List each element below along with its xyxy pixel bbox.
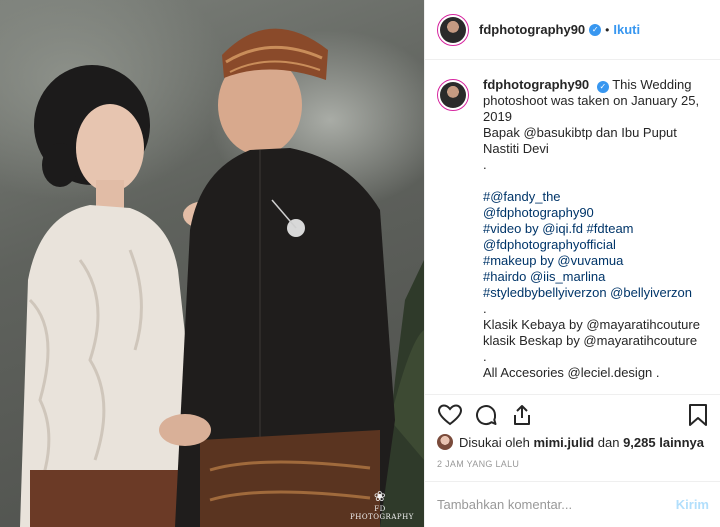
- post-actions: [425, 394, 720, 434]
- liker-username[interactable]: mimi.julid: [533, 435, 594, 450]
- caption-hashtag-line[interactable]: #makeup by @vuvamua: [483, 253, 705, 269]
- caption-line: klasik Beskap by @mayaratihcouture: [483, 333, 698, 348]
- post-comment-button[interactable]: Kirim: [676, 497, 709, 512]
- caption-line: This Wedding: [612, 77, 692, 92]
- likes-prefix: Disukai oleh: [459, 434, 530, 450]
- bookmark-icon[interactable]: [685, 402, 711, 428]
- post-header: fdphotography90 ✓ • Ikuti: [425, 0, 720, 60]
- post-sidebar: fdphotography90 ✓ • Ikuti fdphotography9…: [424, 0, 720, 527]
- likes-connector: dan: [597, 434, 620, 450]
- caption-mention-line[interactable]: @fdphotographyofficial: [483, 237, 705, 253]
- caption-line: .: [483, 157, 487, 172]
- caption-line: Bapak @basukibtp dan Ibu Puput: [483, 125, 677, 140]
- caption-line: All Accesories @leciel.design .: [483, 365, 660, 380]
- follow-button[interactable]: Ikuti: [613, 22, 640, 37]
- caption-hashtag-line[interactable]: #hairdo @iis_marlina: [483, 269, 705, 285]
- liker-avatar[interactable]: [437, 434, 453, 450]
- caption-text: fdphotography90 ✓ This Wedding photoshoo…: [483, 77, 705, 394]
- caption-hashtag-line[interactable]: #@fandy_the: [483, 189, 705, 205]
- post-timestamp[interactable]: 2 JAM YANG LALU: [437, 459, 519, 469]
- caption-avatar[interactable]: [437, 79, 469, 111]
- caption-line: .: [483, 301, 487, 316]
- caption-section: fdphotography90 ✓ This Wedding photoshoo…: [425, 61, 720, 394]
- header-separator: •: [605, 22, 610, 37]
- likes-count-link[interactable]: 9,285 lainnya: [623, 435, 704, 450]
- caption-line: photoshoot was taken on January 25,: [483, 93, 700, 108]
- header-username[interactable]: fdphotography90: [479, 22, 585, 37]
- caption-line: 2019: [483, 109, 512, 124]
- avatar[interactable]: [437, 13, 469, 46]
- caption-hashtag-line[interactable]: #video by @iqi.fd #fdteam: [483, 221, 705, 237]
- comment-bar: Kirim: [425, 481, 720, 527]
- share-icon[interactable]: [509, 402, 535, 428]
- profile-photo: [440, 16, 466, 43]
- caption-line: .: [483, 349, 487, 364]
- photo-watermark: ❀ FD PHOTOGRAPHY: [350, 489, 413, 521]
- flower-logo-icon: ❀: [373, 489, 387, 505]
- likes-summary: Disukai oleh mimi.julid dan 9,285 lainny…: [437, 432, 704, 452]
- watermark-text: FD PHOTOGRAPHY: [350, 505, 414, 521]
- heart-icon[interactable]: [437, 402, 463, 428]
- profile-photo: [440, 82, 466, 108]
- caption-line: Klasik Kebaya by @mayaratihcouture: [483, 317, 700, 332]
- post-photo[interactable]: ❀ FD PHOTOGRAPHY: [0, 0, 424, 527]
- caption-line: Nastiti Devi: [483, 141, 549, 156]
- wedding-photo-illustration: [20, 28, 424, 527]
- comment-input[interactable]: [437, 497, 676, 512]
- caption-username[interactable]: fdphotography90: [483, 77, 589, 92]
- verified-badge-icon: ✓: [596, 81, 609, 93]
- comment-icon[interactable]: [473, 402, 499, 428]
- verified-badge-icon: ✓: [589, 23, 602, 36]
- caption-hashtag-line[interactable]: #styledbybellyiverzon @bellyiverzon: [483, 285, 705, 301]
- caption-mention-line[interactable]: @fdphotography90: [483, 205, 705, 221]
